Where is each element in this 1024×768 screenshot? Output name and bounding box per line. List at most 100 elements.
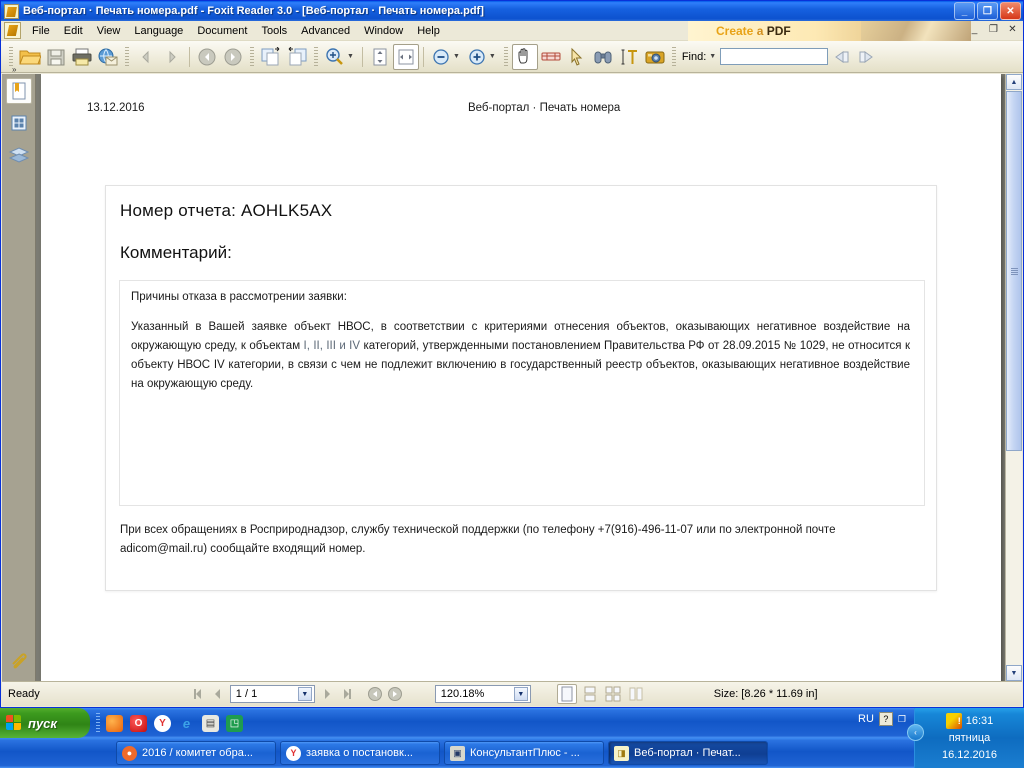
support-contact-note: При всех обращениях в Росприроднадзор, с… <box>120 524 836 555</box>
maximize-button[interactable]: ❐ <box>977 2 998 20</box>
menu-view[interactable]: View <box>90 23 128 39</box>
toolbar-grip-5[interactable] <box>503 46 508 67</box>
menu-language[interactable]: Language <box>127 23 190 39</box>
find-input[interactable] <box>720 48 829 65</box>
task-label-consultant: КонсультантПлюс - ... <box>470 747 580 759</box>
find-previous-icon[interactable] <box>828 44 854 70</box>
language-bar-options-icon[interactable]: ❐ <box>898 714 906 725</box>
scroll-down-icon[interactable]: ▼ <box>1006 665 1022 681</box>
document-viewport[interactable]: 13.12.2016 Веб-портал · Печать номера Но… <box>36 74 1005 681</box>
create-pdf-text: Create a PDF <box>688 24 791 38</box>
menu-edit[interactable]: Edit <box>57 23 90 39</box>
continuous-layout-icon[interactable] <box>580 684 600 704</box>
zoom-level-field[interactable]: 120.18% ▼ <box>434 685 531 703</box>
report-card: Номер отчета: AOHLK5AX Комментарий: Прич… <box>105 185 937 591</box>
menu-document[interactable]: Document <box>190 23 254 39</box>
quick-launch-grip[interactable] <box>96 713 100 733</box>
bookmarks-panel-icon[interactable] <box>5 78 32 104</box>
save-icon[interactable] <box>43 44 69 70</box>
single-page-layout-icon[interactable] <box>556 684 577 704</box>
find-next-icon[interactable] <box>854 44 880 70</box>
zoom-out-dropdown-arrow[interactable]: ▼ <box>453 53 460 60</box>
save-disk-icon[interactable]: ▤ <box>202 714 219 732</box>
zoom-out-icon[interactable] <box>428 44 454 70</box>
toolbar-grip[interactable] <box>9 46 13 67</box>
marquee-icon[interactable] <box>538 44 564 70</box>
status-previous-view-icon[interactable] <box>367 686 383 702</box>
page-number-field[interactable]: 1 / 1 ▼ <box>229 685 315 703</box>
menu-advanced[interactable]: Advanced <box>294 23 357 39</box>
toolbar-grip-3[interactable] <box>250 46 254 67</box>
task-button-foxit[interactable]: ◨ Веб-портал · Печат... <box>608 741 768 765</box>
zoom-tool-icon[interactable] <box>322 44 348 70</box>
tray-collapse-icon[interactable]: ‹ <box>907 724 924 741</box>
mdi-close-button[interactable]: ✕ <box>1006 23 1019 36</box>
previous-view-icon[interactable] <box>133 44 159 70</box>
warning-icon[interactable] <box>945 713 962 730</box>
banner-create-word: Create <box>716 24 754 38</box>
status-last-page-icon[interactable] <box>339 686 355 702</box>
status-previous-page-icon[interactable] <box>210 686 226 702</box>
zoom-tool-dropdown-arrow[interactable]: ▼ <box>347 53 354 60</box>
app-icon[interactable]: ◳ <box>226 714 243 732</box>
zoom-in-dropdown-arrow[interactable]: ▼ <box>489 53 496 60</box>
layers-panel-icon[interactable] <box>6 142 32 168</box>
zoom-dropdown-arrow[interactable]: ▼ <box>513 687 528 701</box>
pages-panel-icon[interactable] <box>6 110 32 136</box>
facing-layout-icon[interactable] <box>603 684 623 704</box>
yandex-icon[interactable]: Y <box>154 714 171 732</box>
help-icon[interactable]: ? <box>878 712 893 726</box>
previous-page-icon[interactable] <box>194 44 220 70</box>
email-icon[interactable] <box>95 44 121 70</box>
menu-window[interactable]: Window <box>357 23 410 39</box>
task-button-folder[interactable]: ● 2016 / комитет обра... <box>116 741 276 765</box>
continuous-facing-layout-icon[interactable] <box>626 684 646 704</box>
hand-tool-icon[interactable] <box>511 43 538 70</box>
create-a-pdf-banner[interactable]: Create a PDF <box>688 21 971 41</box>
minimize-button[interactable]: _ <box>954 2 975 20</box>
page-number-dropdown-arrow[interactable]: ▼ <box>297 687 312 701</box>
language-label[interactable]: RU <box>858 713 874 725</box>
menu-tools[interactable]: Tools <box>254 23 294 39</box>
toolbar-grip-2[interactable] <box>125 46 129 67</box>
status-next-view-icon[interactable] <box>387 686 403 702</box>
status-first-page-icon[interactable] <box>190 686 206 702</box>
toolbar-grip-4[interactable] <box>314 46 318 67</box>
task-button-consultant[interactable]: ▣ КонсультантПлюс - ... <box>444 741 604 765</box>
internet-explorer-icon[interactable]: e <box>178 715 195 732</box>
camera-snapshot-icon[interactable] <box>642 44 668 70</box>
text-viewer-icon[interactable] <box>616 44 642 70</box>
mdi-restore-button[interactable]: ❐ <box>987 23 1000 36</box>
find-dropdown-arrow[interactable]: ▼ <box>709 53 716 60</box>
close-button[interactable]: ✕ <box>1000 2 1021 20</box>
menu-help[interactable]: Help <box>410 23 447 39</box>
toolbar-grip-6[interactable] <box>671 46 676 67</box>
firefox-icon[interactable] <box>106 714 123 732</box>
fit-width-icon[interactable] <box>392 43 419 70</box>
menu-file[interactable]: File <box>25 23 57 39</box>
binoculars-icon[interactable] <box>590 44 616 70</box>
page-header-title: Веб-портал · Печать номера <box>468 102 621 114</box>
select-tool-icon[interactable] <box>564 44 590 70</box>
next-view-icon[interactable] <box>159 44 185 70</box>
first-page-icon[interactable] <box>258 44 284 70</box>
comment-heading: Комментарий: <box>120 243 232 262</box>
status-next-page-icon[interactable] <box>319 686 335 702</box>
windows-logo-icon <box>6 714 23 732</box>
start-button[interactable]: пуск <box>0 708 90 738</box>
title-bar: Веб-портал · Печать номера.pdf - Foxit R… <box>1 1 1023 21</box>
scroll-up-icon[interactable]: ▲ <box>1006 74 1022 90</box>
vertical-scrollbar[interactable]: ▲ ▼ <box>1005 74 1022 681</box>
mdi-minimize-button[interactable]: _ <box>968 23 981 36</box>
open-icon[interactable] <box>17 44 43 70</box>
print-icon[interactable] <box>69 44 95 70</box>
expand-panel-icon[interactable]: » <box>12 65 16 74</box>
fit-page-icon[interactable] <box>367 44 393 70</box>
scrollbar-thumb[interactable] <box>1006 91 1022 451</box>
next-page-icon[interactable] <box>220 44 246 70</box>
opera-icon[interactable]: O <box>130 714 147 732</box>
zoom-in-icon[interactable] <box>464 44 490 70</box>
last-page-icon[interactable] <box>284 44 310 70</box>
attachments-panel-icon[interactable] <box>7 649 31 673</box>
task-button-zayavka[interactable]: Y заявка о постановк... <box>280 741 440 765</box>
